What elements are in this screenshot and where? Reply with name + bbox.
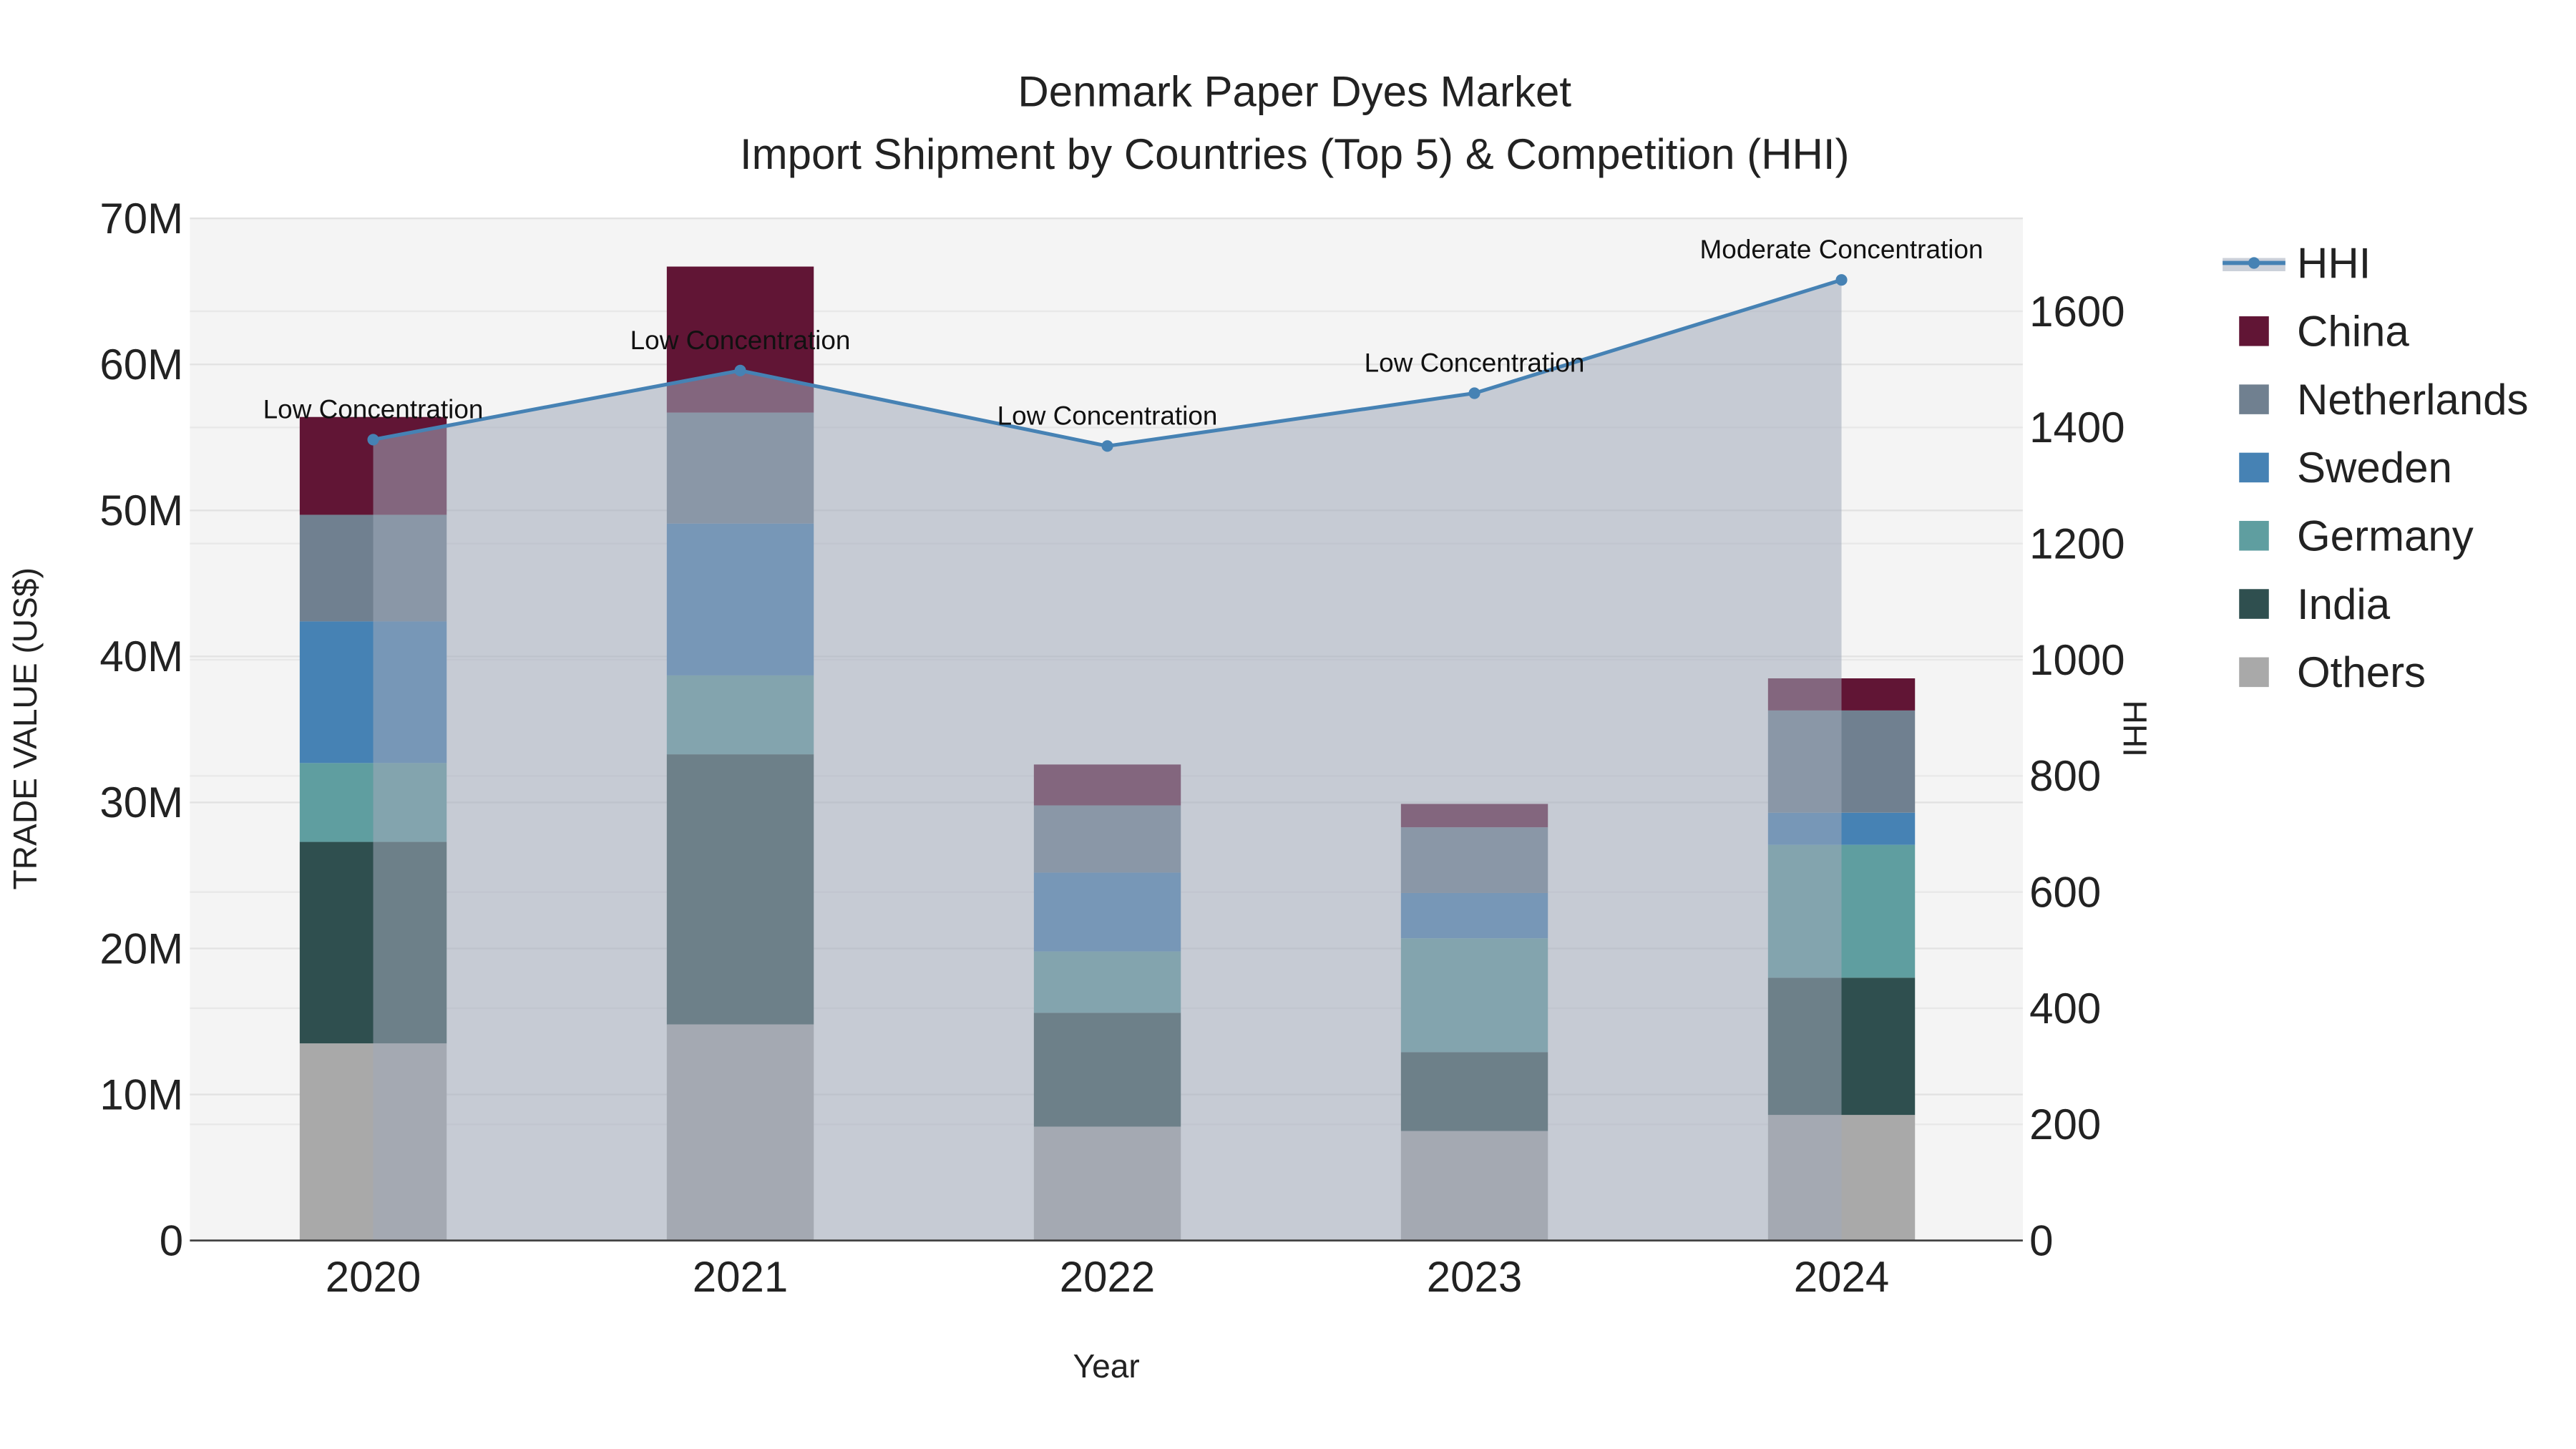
y-tick-label: 30M xyxy=(99,779,183,826)
x-tick-label: 2021 xyxy=(693,1253,788,1301)
y-tick-label: 20M xyxy=(99,924,183,972)
y2-axis-label: HHI xyxy=(2117,701,2154,757)
legend-swatch-china xyxy=(2239,316,2269,346)
chart: 0 10M 20M 30M 40M 50M 60M 70M 0 200 400 600 800 1000 1… xyxy=(6,67,2529,1385)
x-tick-label: 2024 xyxy=(1794,1253,1889,1301)
legend: HHI China Netherlands Sweden Germany India Oth… xyxy=(2223,239,2529,696)
y2-tick-label: 1000 xyxy=(2029,636,2124,684)
chart-subtitle: Import Shipment by Countries (Top 5) & C… xyxy=(740,130,1850,178)
y2-tick-label: 200 xyxy=(2029,1101,2101,1148)
x-tick-label: 2020 xyxy=(326,1253,421,1301)
y-tick-label: 10M xyxy=(99,1070,183,1118)
y-tick-label: 60M xyxy=(99,341,183,389)
hhi-point xyxy=(1101,440,1113,452)
legend-label-sweden: Sweden xyxy=(2297,444,2452,492)
hhi-annotation: Low Concentration xyxy=(630,326,851,355)
y-tick-label: 0 xyxy=(160,1216,183,1264)
y-tick-label: 50M xyxy=(99,487,183,535)
legend-swatch-others xyxy=(2239,657,2269,688)
hhi-point xyxy=(1835,274,1848,286)
legend-swatch-germany xyxy=(2239,520,2269,551)
legend-swatch-india xyxy=(2239,589,2269,619)
x-tick-label: 2023 xyxy=(1427,1253,1522,1301)
y2-tick-label: 1400 xyxy=(2029,404,2124,452)
y2-tick-label: 600 xyxy=(2029,868,2101,916)
legend-swatch-sweden xyxy=(2239,452,2269,483)
x-tick-label: 2022 xyxy=(1060,1253,1155,1301)
legend-label-india: India xyxy=(2297,580,2391,628)
y2-tick-label: 1600 xyxy=(2029,288,2124,336)
y-tick-label: 70M xyxy=(99,195,183,243)
y2-tick-label: 0 xyxy=(2029,1216,2053,1264)
hhi-annotation: Low Concentration xyxy=(1365,348,1585,377)
hhi-annotation: Low Concentration xyxy=(263,394,484,424)
y-axis-label: TRADE VALUE (US$) xyxy=(6,567,44,889)
hhi-annotation: Low Concentration xyxy=(997,401,1218,430)
hhi-point xyxy=(367,434,379,446)
legend-swatch-netherlands xyxy=(2239,384,2269,414)
hhi-point xyxy=(734,364,746,376)
legend-label-netherlands: Netherlands xyxy=(2297,376,2529,424)
hhi-annotation: Moderate Concentration xyxy=(1700,235,1984,264)
y2-tick-label: 400 xyxy=(2029,985,2101,1033)
legend-swatch-hhi-marker xyxy=(2248,257,2260,269)
y2-tick-label: 800 xyxy=(2029,752,2101,800)
x-axis-label: Year xyxy=(1073,1347,1140,1385)
legend-label-china: China xyxy=(2297,308,2409,356)
legend-label-germany: Germany xyxy=(2297,512,2474,560)
y-tick-label: 40M xyxy=(99,633,183,680)
y2-tick-label: 1200 xyxy=(2029,519,2124,567)
hhi-point xyxy=(1468,387,1480,399)
legend-label-hhi: HHI xyxy=(2297,239,2371,287)
legend-label-others: Others xyxy=(2297,648,2426,696)
chart-title: Denmark Paper Dyes Market xyxy=(1018,67,1571,115)
